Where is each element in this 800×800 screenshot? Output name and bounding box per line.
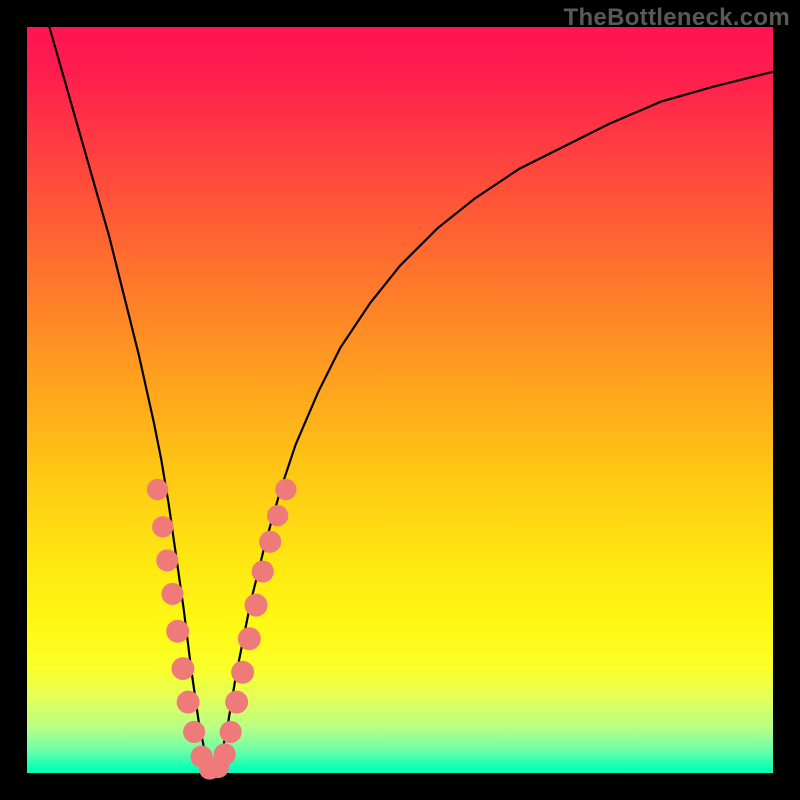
marker-dot [171, 657, 194, 680]
chart-svg [27, 27, 773, 773]
marker-dot [183, 721, 205, 743]
marker-dot [161, 583, 183, 605]
plot-area [27, 27, 773, 773]
marker-group [147, 479, 297, 780]
marker-dot [166, 620, 189, 643]
watermark-text: TheBottleneck.com [564, 4, 790, 32]
marker-dot [238, 627, 261, 650]
marker-dot [267, 505, 288, 526]
marker-dot [231, 661, 254, 684]
marker-dot [252, 561, 274, 583]
marker-dot [156, 549, 178, 571]
marker-dot [147, 479, 168, 500]
marker-dot [220, 721, 242, 743]
marker-dot [152, 516, 173, 537]
marker-dot [177, 691, 200, 714]
bottleneck-curve [49, 27, 773, 773]
marker-dot [259, 531, 281, 553]
marker-dot [225, 691, 248, 714]
marker-dot [214, 743, 236, 765]
marker-dot [245, 594, 268, 617]
marker-dot [275, 479, 296, 500]
chart-frame: TheBottleneck.com [0, 0, 800, 800]
